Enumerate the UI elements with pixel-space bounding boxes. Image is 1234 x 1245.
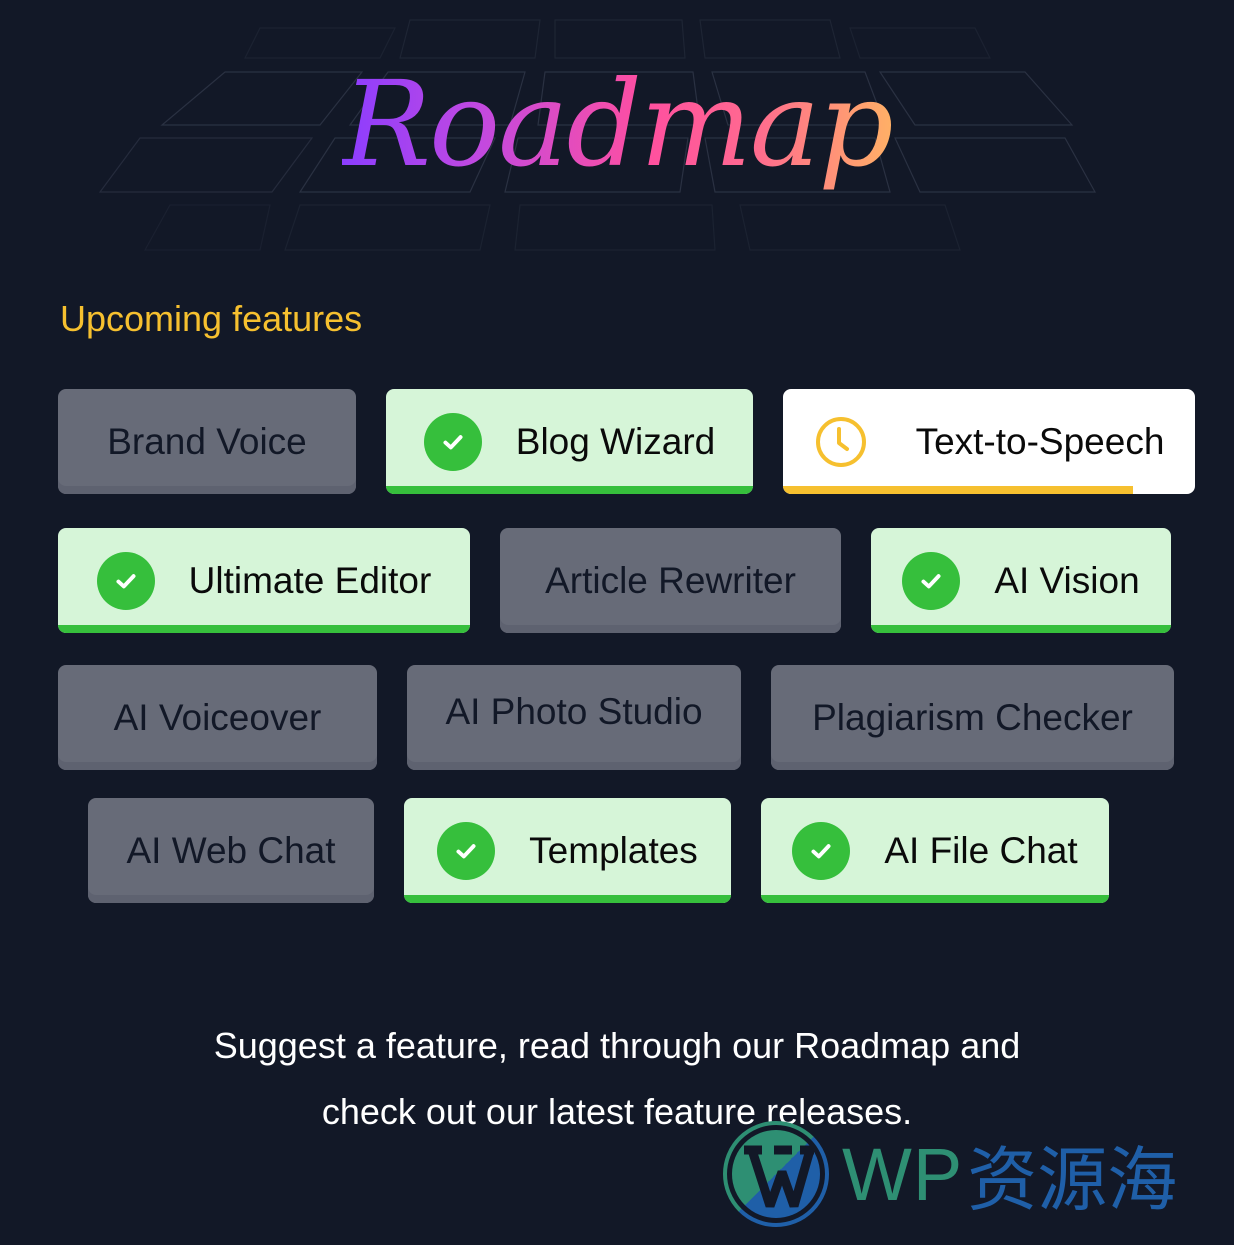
feature-label: Text-to-Speech (915, 420, 1165, 462)
feature-ai-voiceover[interactable]: AI Voiceover (58, 665, 377, 770)
feature-label: AI File Chat (884, 829, 1078, 871)
watermark-cjk-text: 资源海 (967, 1140, 1178, 1219)
feature-article-rewriter[interactable]: Article Rewriter (500, 528, 841, 633)
feature-templates[interactable]: Templates (404, 798, 731, 903)
feature-label: AI Photo Studio (445, 691, 703, 732)
feature-brand-voice[interactable]: Brand Voice (58, 389, 356, 494)
feature-label: Brand Voice (107, 420, 307, 462)
feature-label: AI Web Chat (126, 829, 336, 871)
feature-plagiarism-checker[interactable]: Plagiarism Checker (771, 665, 1174, 770)
feature-label: Ultimate Editor (188, 559, 432, 601)
feature-label: Blog Wizard (515, 420, 716, 462)
clock-icon (815, 416, 866, 467)
status-bar (58, 625, 470, 633)
feature-label: AI Voiceover (113, 696, 322, 738)
status-bar (871, 625, 1171, 633)
feature-blog-wizard[interactable]: Blog Wizard (386, 389, 753, 494)
feature-text-to-speech[interactable]: Text-to-Speech (783, 389, 1195, 494)
check-circle-icon (437, 821, 496, 880)
check-circle-icon (902, 551, 961, 610)
progress-bar (783, 486, 1134, 494)
wordpress-logo-icon (723, 1121, 829, 1227)
feature-label: Templates (529, 829, 698, 871)
feature-ai-web-chat[interactable]: AI Web Chat (88, 798, 374, 903)
footer-line-1: Suggest a feature, read through our Road… (213, 1025, 1021, 1066)
watermark-latin-text: WP (842, 1132, 964, 1216)
feature-ultimate-editor[interactable]: Ultimate Editor (58, 528, 470, 633)
feature-ai-photo-studio[interactable]: AI Photo Studio (407, 665, 741, 770)
status-bar (386, 486, 753, 494)
feature-label: Plagiarism Checker (812, 696, 1133, 738)
watermark: WP 资源海 (722, 1120, 1177, 1228)
status-bar (404, 895, 731, 903)
status-bar (761, 895, 1109, 903)
feature-ai-vision[interactable]: AI Vision (871, 528, 1171, 633)
check-circle-icon (96, 551, 155, 610)
feature-ai-file-chat[interactable]: AI File Chat (761, 798, 1109, 903)
feature-label: AI Vision (994, 559, 1140, 601)
feature-label: Article Rewriter (545, 559, 796, 601)
upcoming-features-heading: Upcoming features (60, 298, 363, 339)
check-circle-icon (423, 412, 482, 471)
check-circle-icon (792, 821, 851, 880)
roadmap-heading: Roadmap (342, 55, 894, 193)
